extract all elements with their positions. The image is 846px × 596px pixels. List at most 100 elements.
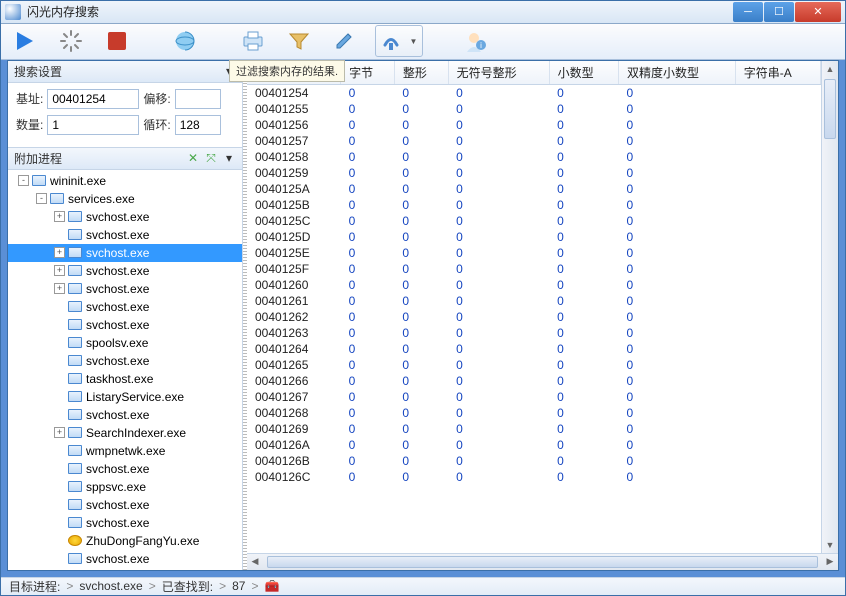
loop-input[interactable] [175, 115, 221, 135]
offset-input[interactable] [175, 89, 221, 109]
table-row[interactable]: 0040126600000 [247, 373, 821, 389]
chevron-down-icon[interactable]: ▾ [222, 151, 236, 165]
loading-icon[interactable] [55, 25, 87, 57]
tree-item[interactable]: svchost.exe [8, 550, 242, 568]
cell: 0 [394, 181, 448, 197]
tree-item[interactable]: taskhost.exe [8, 370, 242, 388]
column-header[interactable]: 小数型 [549, 61, 618, 85]
table-row[interactable]: 0040125A00000 [247, 181, 821, 197]
process-tree[interactable]: -wininit.exe-services.exe+svchost.exesvc… [8, 170, 242, 570]
status-filter-icon[interactable]: 🧰 [264, 579, 279, 593]
table-row[interactable]: 0040126100000 [247, 293, 821, 309]
filter-button[interactable] [283, 25, 315, 57]
settings-dropdown[interactable]: ▼ [375, 25, 423, 57]
table-row[interactable]: 0040126700000 [247, 389, 821, 405]
status-sep: > [251, 579, 258, 593]
scroll-thumb-h[interactable] [267, 556, 818, 568]
base-input[interactable] [47, 89, 139, 109]
tree-item[interactable]: +SearchIndexer.exe [8, 424, 242, 442]
tree-item[interactable]: +svchost.exe [8, 244, 242, 262]
minimize-button[interactable]: ─ [733, 2, 763, 22]
table-row[interactable]: 0040126000000 [247, 277, 821, 293]
titlebar[interactable]: 闪光内存搜索 ─ ☐ ✕ [1, 1, 845, 24]
expand-toggle[interactable]: + [54, 265, 65, 276]
table-row[interactable]: 0040125D00000 [247, 229, 821, 245]
scroll-thumb[interactable] [824, 79, 836, 139]
expand-toggle[interactable]: + [54, 283, 65, 294]
expand-toggle[interactable]: + [54, 211, 65, 222]
tree-item[interactable]: -services.exe [8, 190, 242, 208]
tree-item[interactable]: ListaryService.exe [8, 388, 242, 406]
table-row[interactable]: 0040125800000 [247, 149, 821, 165]
help-button[interactable]: i [459, 25, 491, 57]
tree-item[interactable]: sppsvc.exe [8, 478, 242, 496]
stop-button[interactable] [101, 25, 133, 57]
tree-item[interactable]: spoolsv.exe [8, 334, 242, 352]
table-row[interactable]: 0040126300000 [247, 325, 821, 341]
tree-item[interactable]: wmpnetwk.exe [8, 442, 242, 460]
table-row[interactable]: 0040126800000 [247, 405, 821, 421]
print-button[interactable] [237, 25, 269, 57]
expand-toggle[interactable]: - [36, 193, 47, 204]
table-row[interactable]: 0040125F00000 [247, 261, 821, 277]
refresh-icon[interactable]: ✕ [186, 151, 200, 165]
table-row[interactable]: 0040126A00000 [247, 437, 821, 453]
table-row[interactable]: 0040126200000 [247, 309, 821, 325]
table-row[interactable]: 0040126500000 [247, 357, 821, 373]
cell: 0 [394, 293, 448, 309]
memory-grid[interactable]: 地址字节整形无符号整形小数型双精度小数型字符串-A 00401254000000… [247, 61, 821, 553]
table-row[interactable]: 0040125600000 [247, 117, 821, 133]
table-row[interactable]: 0040126400000 [247, 341, 821, 357]
horizontal-scrollbar[interactable]: ◀ ▶ [247, 553, 838, 570]
tree-item[interactable]: svchost.exe [8, 316, 242, 334]
maximize-button[interactable]: ☐ [764, 2, 794, 22]
edit-button[interactable] [329, 25, 361, 57]
tree-item[interactable]: svchost.exe [8, 460, 242, 478]
cell: 00401267 [247, 389, 341, 405]
globe-button[interactable] [169, 25, 201, 57]
column-header[interactable]: 双精度小数型 [619, 61, 736, 85]
expand-toggle[interactable]: - [18, 175, 29, 186]
table-row[interactable]: 0040125900000 [247, 165, 821, 181]
tree-item[interactable]: +svchost.exe [8, 208, 242, 226]
table-row[interactable]: 0040125400000 [247, 84, 821, 101]
tree-item[interactable]: svchost.exe [8, 496, 242, 514]
play-button[interactable] [9, 25, 41, 57]
expand-toggle[interactable]: + [54, 247, 65, 258]
column-header[interactable]: 整形 [394, 61, 448, 85]
table-row[interactable]: 0040125B00000 [247, 197, 821, 213]
table-row[interactable]: 0040126C00000 [247, 469, 821, 485]
cell: 0 [549, 309, 618, 325]
tree-item[interactable]: svchost.exe [8, 226, 242, 244]
tree-item[interactable]: svchost.exe [8, 352, 242, 370]
cell: 0 [619, 213, 736, 229]
tree-item[interactable]: +svchost.exe [8, 262, 242, 280]
table-row[interactable]: 0040125E00000 [247, 245, 821, 261]
table-row[interactable]: 0040126B00000 [247, 453, 821, 469]
table-row[interactable]: 0040125C00000 [247, 213, 821, 229]
scroll-up-icon[interactable]: ▲ [822, 61, 838, 77]
table-row[interactable]: 0040126900000 [247, 421, 821, 437]
scroll-right-icon[interactable]: ▶ [822, 554, 838, 570]
tree-item-label: wininit.exe [50, 174, 106, 188]
tree-item[interactable]: ZhuDongFangYu.exe [8, 532, 242, 550]
column-header[interactable]: 字节 [341, 61, 395, 85]
cell: 0 [394, 245, 448, 261]
tree-item[interactable]: svchost.exe [8, 406, 242, 424]
tree-item[interactable]: svchost.exe [8, 298, 242, 316]
tree-item[interactable]: +svchost.exe [8, 280, 242, 298]
expand-toggle[interactable]: + [54, 427, 65, 438]
count-input[interactable] [47, 115, 139, 135]
vertical-scrollbar[interactable]: ▲ ▼ [821, 61, 838, 553]
table-row[interactable]: 0040125500000 [247, 101, 821, 117]
column-header[interactable]: 字符串-A [735, 61, 820, 85]
close-button[interactable]: ✕ [795, 2, 841, 22]
process-icon [68, 517, 82, 528]
table-row[interactable]: 0040125700000 [247, 133, 821, 149]
scroll-down-icon[interactable]: ▼ [822, 537, 838, 553]
tree-item[interactable]: - wininit.exe [8, 172, 242, 190]
scroll-left-icon[interactable]: ◀ [247, 554, 263, 570]
tree-item[interactable]: svchost.exe [8, 514, 242, 532]
expand-icon[interactable]: ⤧ [204, 151, 218, 165]
column-header[interactable]: 无符号整形 [448, 61, 549, 85]
